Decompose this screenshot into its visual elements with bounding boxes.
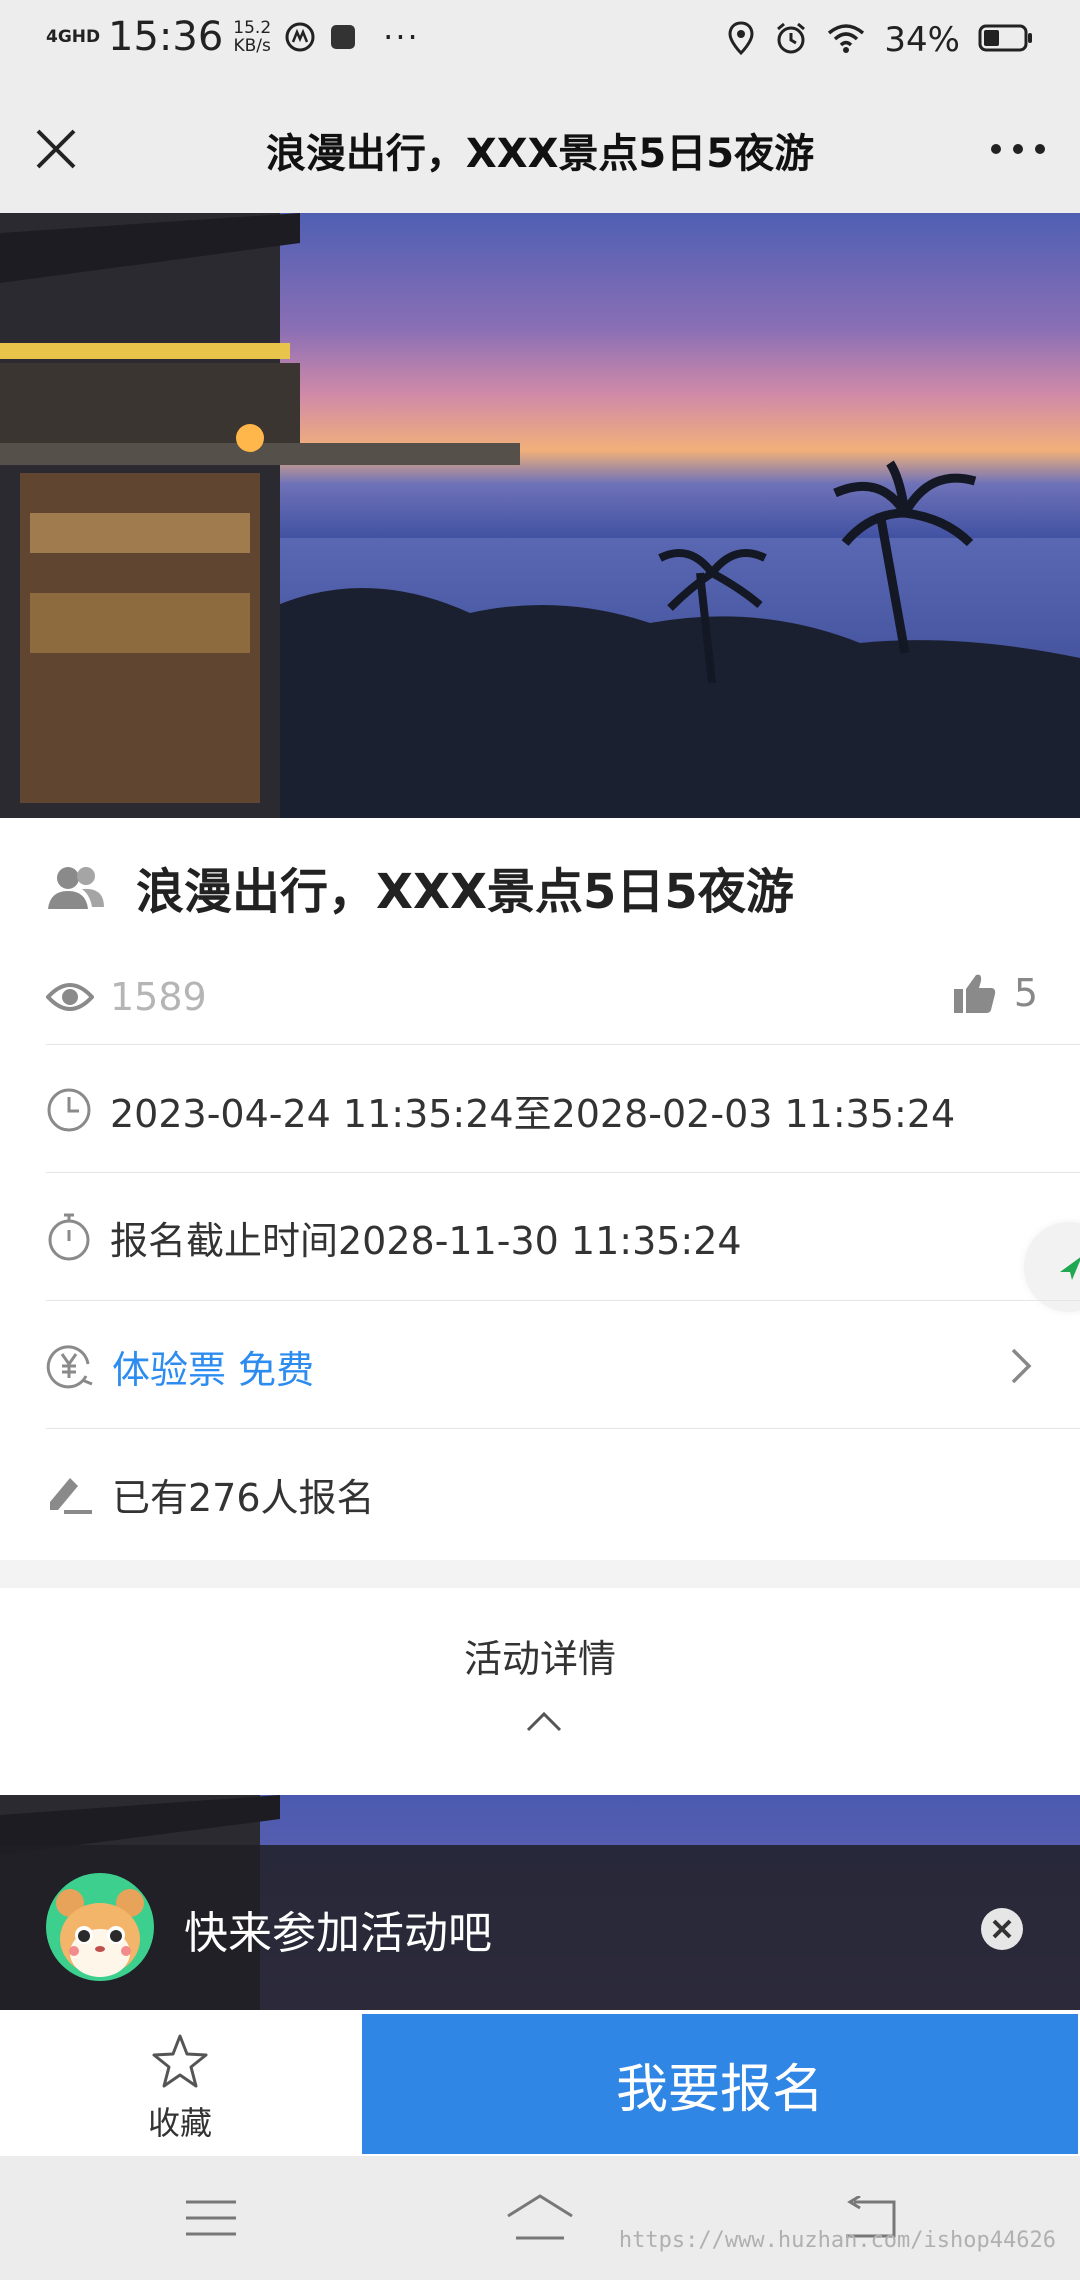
more-icon <box>991 144 1045 154</box>
time-range-row: 2023-04-24 11:35:24至2028-02-03 11:35:24 <box>46 1078 1080 1142</box>
network-indicator: 4GHD <box>46 27 101 47</box>
event-title-row: 浪漫出行，XXX景点5日5夜游 <box>46 852 794 922</box>
group-icon <box>48 867 104 909</box>
chevron-up-icon[interactable] <box>524 1708 564 1734</box>
navigation-arrow-icon <box>1060 1257 1080 1280</box>
close-circle-icon <box>981 1908 1023 1950</box>
signup-count: 已有276人报名 <box>112 1475 375 1520</box>
divider <box>46 1300 1080 1301</box>
ticket-label: 体验票 免费 <box>112 1347 315 1392</box>
menu-icon[interactable] <box>184 2198 238 2238</box>
status-bar: 4GHD 15:36 15.2 KB/s ··· 34% <box>0 0 1080 85</box>
bottom-action-bar: 收藏 我要报名 <box>0 2010 1080 2156</box>
close-icon <box>36 129 76 169</box>
like-count: 5 <box>1013 971 1038 1015</box>
favorite-button[interactable]: 收藏 <box>0 2010 360 2156</box>
yen-coin-icon <box>46 1345 93 1389</box>
event-title: 浪漫出行，XXX景点5日5夜游 <box>136 864 794 920</box>
divider <box>46 1044 1080 1045</box>
clock-icon <box>47 1088 91 1132</box>
wifi-icon <box>826 22 866 58</box>
stopwatch-icon <box>48 1213 90 1261</box>
battery-icon <box>978 23 1034 57</box>
divider <box>46 1428 1080 1429</box>
toast-message: 快来参加活动吧 <box>184 1908 492 1959</box>
thumbs-up-icon <box>953 974 996 1013</box>
home-icon[interactable] <box>504 2192 576 2244</box>
deadline-row: 报名截止时间2028-11-30 11:35:24 <box>46 1205 1080 1269</box>
section-separator <box>0 1560 1080 1588</box>
signup-count-row: 已有276人报名 <box>46 1462 1080 1526</box>
more-options-button[interactable] <box>986 125 1050 173</box>
sign-pen-icon <box>50 1478 92 1514</box>
stats-row: 1589 5 <box>46 965 1080 1029</box>
toast-close-button[interactable] <box>980 1907 1024 1951</box>
promo-toast: 快来参加活动吧 <box>0 1845 1080 2010</box>
page-title: 浪漫出行，XXX景点5日5夜游 <box>265 131 815 177</box>
alarm-icon <box>774 21 808 59</box>
favorite-label: 收藏 <box>147 2104 212 2142</box>
network-speed-value: 15.2 <box>233 18 272 38</box>
details-heading[interactable]: 活动详情 <box>0 1628 1080 1683</box>
chevron-right-icon <box>1011 1348 1032 1384</box>
battery-percentage: 34% <box>884 20 960 60</box>
network-speed: 15.2 KB/s <box>233 19 271 55</box>
signup-deadline: 报名截止时间2028-11-30 11:35:24 <box>110 1218 742 1263</box>
hamster-avatar <box>46 1873 154 1981</box>
navigate-button[interactable] <box>1024 1222 1080 1312</box>
location-icon <box>726 20 756 60</box>
like-button[interactable]: 5 <box>952 971 1038 1015</box>
signup-button[interactable]: 我要报名 <box>362 2014 1078 2154</box>
watermark-text: https://www.huzhan.com/ishop44626 <box>618 2228 1056 2253</box>
divider <box>46 1172 1080 1173</box>
status-time: 15:36 <box>108 14 224 60</box>
app-notification-icon <box>285 22 315 52</box>
close-button[interactable] <box>30 123 82 175</box>
system-nav-bar: https://www.huzhan.com/ishop44626 <box>0 2156 1080 2280</box>
star-icon <box>152 2034 208 2088</box>
app-square-icon <box>329 23 357 51</box>
more-notifications-icon: ··· <box>383 18 420 56</box>
event-time-range: 2023-04-24 11:35:24至2028-02-03 11:35:24 <box>110 1091 956 1136</box>
event-cover-image <box>0 213 1080 818</box>
view-count: 1589 <box>110 975 207 1019</box>
title-bar: 浪漫出行，XXX景点5日5夜游 <box>0 85 1080 213</box>
ticket-row[interactable]: 体验票 免费 <box>46 1334 1080 1398</box>
network-speed-unit: KB/s <box>233 36 271 56</box>
views-eye-icon <box>46 983 94 1011</box>
